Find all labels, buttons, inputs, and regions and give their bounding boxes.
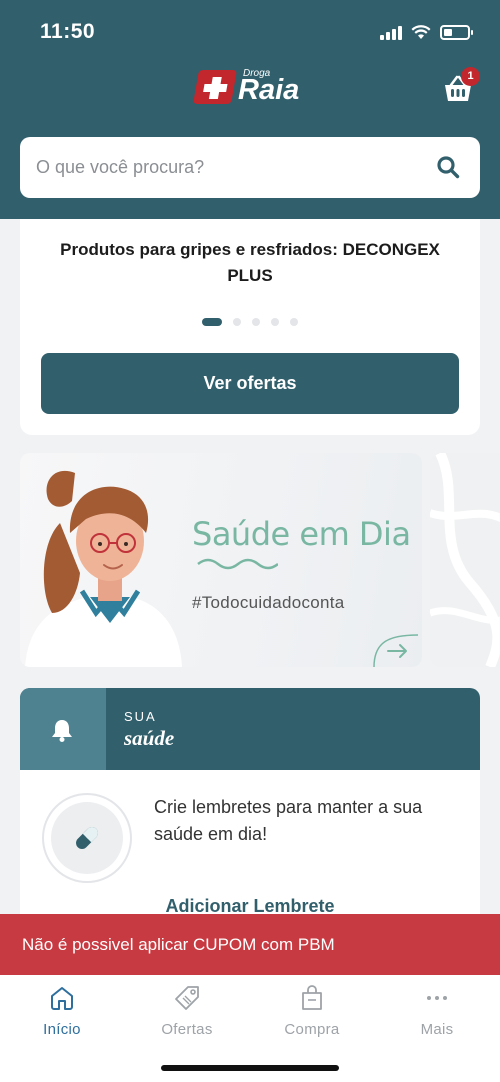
search-icon[interactable] <box>436 155 460 179</box>
bell-icon <box>52 720 72 742</box>
promo-carousel-card[interactable]: Produtos para gripes e resfriados: DECON… <box>20 219 480 435</box>
logo-cross-icon <box>193 70 237 104</box>
wave-decoration <box>197 558 278 570</box>
carousel-dot[interactable] <box>290 318 298 326</box>
battery-icon <box>440 24 473 40</box>
view-offers-button[interactable]: Ver ofertas <box>41 353 459 414</box>
droga-raia-logo[interactable]: Droga Raia <box>193 68 306 108</box>
tab-ofertas[interactable]: Ofertas <box>137 985 237 1045</box>
promo-title: Produtos para gripes e resfriados: DECON… <box>60 240 440 285</box>
tab-compra[interactable]: Compra <box>262 985 362 1045</box>
logo-main-text: Raia <box>238 74 300 106</box>
status-time: 11:50 <box>40 20 96 43</box>
toast-message: Não é possivel aplicar CUPOM com PBM <box>22 934 335 954</box>
error-toast[interactable]: Não é possivel aplicar CUPOM com PBM <box>0 914 500 975</box>
tab-label: Mais <box>420 1021 454 1038</box>
cart-count-badge: 1 <box>461 67 480 86</box>
carousel-dot[interactable] <box>252 318 260 326</box>
cellular-signal-icon <box>380 24 402 40</box>
more-icon <box>427 996 447 1000</box>
carousel-dot[interactable] <box>271 318 279 326</box>
saude-em-dia-banner[interactable]: Saúde em Dia #Todocuidadoconta <box>20 453 422 667</box>
health-title: saúde <box>124 726 175 750</box>
carousel-dot[interactable] <box>233 318 241 326</box>
map-pattern-decoration <box>430 453 500 667</box>
tab-label: Compra <box>284 1021 340 1038</box>
home-indicator[interactable] <box>161 1065 339 1071</box>
pharmacist-illustration <box>25 470 182 667</box>
tab-label: Início <box>43 1021 81 1038</box>
carousel-dot-active[interactable] <box>202 318 222 326</box>
home-icon <box>51 987 73 1010</box>
app-header: 11:50 Droga Raia 1 <box>0 0 500 219</box>
bell-badge <box>20 688 106 770</box>
health-card-header: SUA saúde <box>20 688 480 770</box>
health-description: Crie lembretes para manter a sua saúde e… <box>154 797 423 844</box>
tab-label: Ofertas <box>161 1021 213 1038</box>
search-input[interactable] <box>36 157 416 178</box>
banner-title: Saúde em Dia <box>192 515 411 553</box>
arrow-right-icon[interactable] <box>372 629 418 667</box>
tab-inicio[interactable]: Início <box>12 985 112 1045</box>
pill-badge <box>42 793 132 883</box>
health-kicker: SUA <box>124 709 157 724</box>
status-bar: 11:50 <box>0 0 500 62</box>
status-icons <box>380 20 473 44</box>
wifi-icon <box>411 25 431 39</box>
banner-hashtag: #Todocuidadoconta <box>192 593 345 612</box>
tab-mais[interactable]: Mais <box>387 985 487 1045</box>
search-bar[interactable] <box>20 137 480 198</box>
pill-icon <box>76 827 98 849</box>
health-reminder-card: SUA saúde Crie lembretes para manter a s… <box>20 688 480 928</box>
next-banner-preview[interactable] <box>430 453 500 667</box>
tag-icon <box>175 986 199 1010</box>
carousel-indicator <box>20 318 480 326</box>
shopping-bag-icon <box>302 985 322 1010</box>
